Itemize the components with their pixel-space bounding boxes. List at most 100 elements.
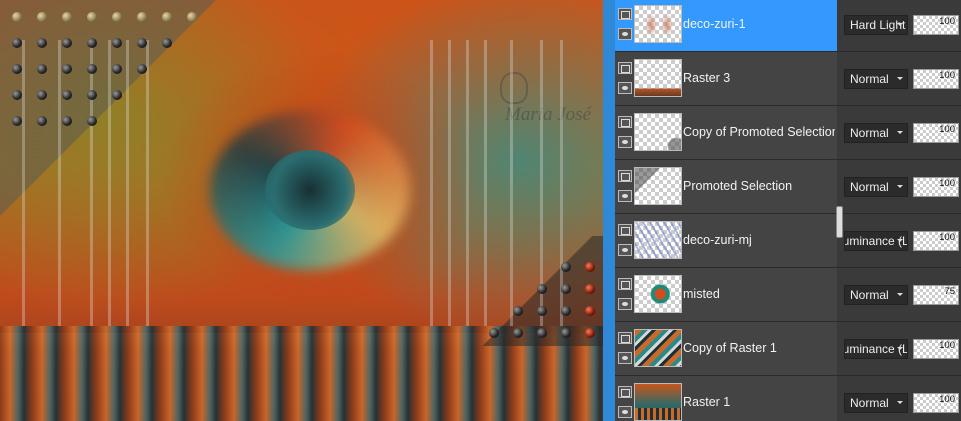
- blend-mode-dropdown[interactable]: Normal: [844, 285, 908, 305]
- layer-name-area[interactable]: Copy of Promoted Selection: [615, 106, 837, 159]
- layer-row[interactable]: Copy of Promoted Selection Normal 100: [615, 106, 961, 160]
- layer-name-area[interactable]: Raster 1: [615, 376, 837, 421]
- layer-controls: Normal 100: [837, 106, 961, 159]
- layer-name[interactable]: Raster 1: [683, 376, 835, 421]
- opacity-value: 100: [939, 16, 955, 27]
- layer-thumbnail[interactable]: [634, 167, 682, 205]
- canvas-dot: [585, 262, 595, 272]
- opacity-field[interactable]: 100: [913, 231, 959, 251]
- watermark-text: Maria José: [505, 104, 592, 125]
- canvas-dot: [112, 90, 122, 100]
- opacity-value: 100: [939, 232, 955, 243]
- layer-mode-icon[interactable]: [618, 170, 632, 182]
- image-canvas[interactable]: Maria José: [0, 0, 603, 421]
- layer-name-area[interactable]: deco-zuri-1: [615, 0, 837, 51]
- opacity-field[interactable]: 75: [913, 285, 959, 305]
- canvas-dot: [37, 116, 47, 126]
- layer-row[interactable]: Promoted Selection Normal 100: [615, 160, 961, 214]
- canvas-dot: [62, 64, 72, 74]
- eye-icon[interactable]: [618, 352, 632, 364]
- layer-row[interactable]: Raster 1 Normal 100: [615, 376, 961, 421]
- canvas-vertical-bar: [126, 40, 129, 326]
- eye-icon[interactable]: [618, 190, 632, 202]
- layer-name-area[interactable]: Promoted Selection: [615, 160, 837, 213]
- opacity-field[interactable]: 100: [913, 69, 959, 89]
- eye-icon[interactable]: [618, 298, 632, 310]
- chevron-down-icon: [897, 185, 903, 188]
- layer-name-area[interactable]: Raster 3: [615, 52, 837, 105]
- blend-mode-label: Normal: [850, 288, 889, 302]
- layer-name[interactable]: misted: [683, 268, 835, 321]
- opacity-field[interactable]: 100: [913, 339, 959, 359]
- eye-icon[interactable]: [618, 82, 632, 94]
- canvas-dot: [561, 306, 571, 316]
- layer-mode-icon[interactable]: [618, 386, 632, 398]
- layer-row[interactable]: Raster 3 Normal 100: [615, 52, 961, 106]
- opacity-field[interactable]: 100: [913, 123, 959, 143]
- layer-mode-icon[interactable]: [618, 332, 632, 344]
- layer-mode-icon[interactable]: [618, 278, 632, 290]
- chevron-down-icon: [897, 23, 903, 26]
- layer-row[interactable]: deco-zuri-1 Hard Light 100: [615, 0, 961, 52]
- layer-mode-icon[interactable]: [618, 62, 632, 74]
- blend-mode-dropdown[interactable]: Normal: [844, 393, 908, 413]
- canvas-dot: [87, 90, 97, 100]
- blend-mode-dropdown[interactable]: Hard Light: [844, 15, 908, 35]
- opacity-value: 100: [939, 178, 955, 189]
- opacity-field[interactable]: 100: [913, 177, 959, 197]
- blend-mode-dropdown[interactable]: Normal: [844, 177, 908, 197]
- layer-thumbnail[interactable]: [634, 5, 682, 43]
- eye-icon[interactable]: [618, 28, 632, 40]
- layer-name[interactable]: Promoted Selection: [683, 160, 835, 213]
- layer-name[interactable]: deco-zuri-mj: [683, 214, 835, 267]
- layer-name[interactable]: Copy of Raster 1: [683, 322, 835, 375]
- layer-name-area[interactable]: Copy of Raster 1: [615, 322, 837, 375]
- opacity-value: 100: [939, 340, 955, 351]
- layer-thumbnail[interactable]: [634, 275, 682, 313]
- blend-mode-dropdown[interactable]: Normal: [844, 69, 908, 89]
- layer-thumbnail[interactable]: [634, 329, 682, 367]
- layer-row[interactable]: misted Normal 75: [615, 268, 961, 322]
- eye-icon[interactable]: [618, 136, 632, 148]
- canvas-dot: [87, 12, 97, 22]
- eye-icon[interactable]: [618, 244, 632, 256]
- layer-mode-icon[interactable]: [618, 224, 632, 236]
- layer-name-area[interactable]: misted: [615, 268, 837, 321]
- opacity-value: 100: [939, 124, 955, 135]
- canvas-vertical-bar: [484, 40, 487, 326]
- layer-thumbnail[interactable]: [634, 59, 682, 97]
- layer-controls: Normal 75: [837, 268, 961, 321]
- canvas-dot: [12, 12, 22, 22]
- blend-mode-label: Normal: [850, 126, 889, 140]
- layer-thumbnail[interactable]: [634, 221, 682, 259]
- layer-row[interactable]: deco-zuri-mj Luminance (L) 100: [615, 214, 961, 268]
- panel-divider[interactable]: [603, 0, 615, 421]
- canvas-dot: [12, 38, 22, 48]
- canvas-dot: [585, 306, 595, 316]
- opacity-value: 100: [939, 394, 955, 405]
- layer-name[interactable]: Copy of Promoted Selection: [683, 106, 835, 159]
- blend-mode-dropdown[interactable]: Luminance (L): [844, 231, 908, 251]
- opacity-field[interactable]: 100: [913, 393, 959, 413]
- layer-name[interactable]: deco-zuri-1: [683, 0, 835, 51]
- blend-mode-dropdown[interactable]: Normal: [844, 123, 908, 143]
- layer-name[interactable]: Raster 3: [683, 52, 835, 105]
- canvas-dot: [112, 12, 122, 22]
- eye-icon[interactable]: [618, 406, 632, 418]
- layer-thumbnail[interactable]: [634, 383, 682, 421]
- opacity-field[interactable]: 100: [913, 15, 959, 35]
- canvas-dot: [537, 306, 547, 316]
- canvas-dot: [513, 328, 523, 338]
- canvas-vertical-bar: [448, 40, 451, 326]
- layer-row[interactable]: Copy of Raster 1 Luminance (L) 100: [615, 322, 961, 376]
- blend-mode-dropdown[interactable]: Luminance (L): [844, 339, 908, 359]
- layer-mode-icon[interactable]: [618, 116, 632, 128]
- layer-mode-icon[interactable]: [618, 8, 632, 20]
- blend-mode-label: Normal: [850, 396, 889, 410]
- canvas-dot: [62, 38, 72, 48]
- layer-name-area[interactable]: deco-zuri-mj: [615, 214, 837, 267]
- canvas-dot: [112, 38, 122, 48]
- layer-thumbnail[interactable]: [634, 113, 682, 151]
- panel-resize-handle[interactable]: [836, 206, 843, 238]
- canvas-swirl-center: [265, 150, 355, 230]
